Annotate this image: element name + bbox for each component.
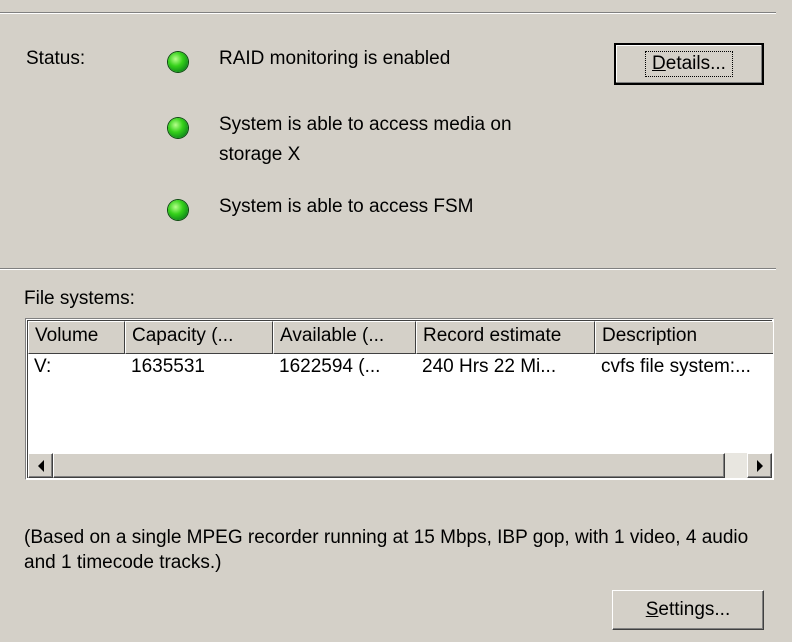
file-systems-label: File systems: (24, 288, 135, 309)
settings-button-label: Settings... (645, 599, 731, 620)
horizontal-scrollbar[interactable] (28, 453, 772, 478)
column-header-volume[interactable]: Volume (28, 321, 125, 354)
details-button[interactable]: Details... (614, 43, 764, 85)
cell-description: cvfs file system:... (601, 356, 751, 377)
scroll-thumb[interactable] (53, 453, 725, 478)
status-media-text-line1: System is able to access media on (219, 114, 512, 135)
status-ok-icon (168, 118, 188, 138)
cell-record-estimate: 240 Hrs 22 Mi... (422, 356, 557, 377)
status-fsm-text: System is able to access FSM (219, 196, 474, 217)
scroll-right-button[interactable] (747, 453, 772, 478)
top-divider (0, 12, 776, 14)
details-button-label: Details... (645, 51, 733, 77)
cell-available: 1622594 (... (279, 356, 381, 377)
status-raid-text: RAID monitoring is enabled (219, 48, 451, 69)
file-systems-list[interactable]: Volume Capacity (... Available (... Reco… (25, 318, 774, 480)
cell-capacity: 1635531 (131, 356, 205, 377)
status-label: Status: (26, 48, 86, 69)
table-row[interactable]: V: 1635531 1622594 (... 240 Hrs 22 Mi...… (28, 355, 772, 381)
column-header-record-estimate[interactable]: Record estimate (416, 321, 595, 354)
arrow-right-icon (756, 459, 763, 472)
column-header-description[interactable]: Description (595, 321, 773, 354)
column-header-available[interactable]: Available (... (273, 321, 416, 354)
cell-volume: V: (34, 356, 52, 377)
scroll-left-button[interactable] (28, 453, 53, 478)
list-header: Volume Capacity (... Available (... Reco… (28, 321, 773, 354)
status-media-text-line2: storage X (219, 144, 301, 165)
column-header-capacity[interactable]: Capacity (... (125, 321, 273, 354)
arrow-left-icon (37, 459, 44, 472)
status-ok-icon (168, 52, 188, 72)
status-ok-icon (168, 200, 188, 220)
settings-button[interactable]: Settings... (612, 590, 764, 630)
record-estimate-note: (Based on a single MPEG recorder running… (24, 527, 749, 573)
section-divider (0, 268, 776, 270)
